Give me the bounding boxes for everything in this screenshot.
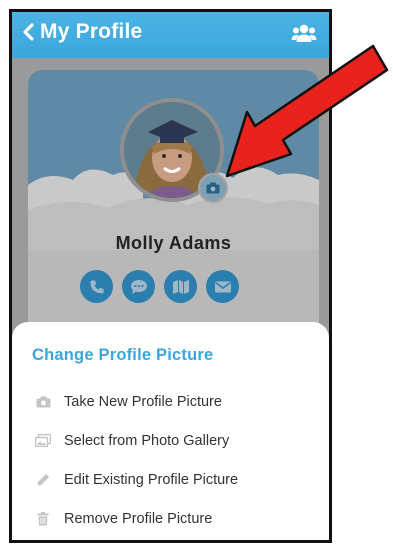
menu-item-label: Select from Photo Gallery xyxy=(64,432,230,449)
menu-item-label: Remove Profile Picture xyxy=(64,510,213,527)
menu-item-select-gallery[interactable]: Select from Photo Gallery xyxy=(12,421,329,460)
email-button[interactable] xyxy=(206,270,239,303)
change-picture-sheet: Change Profile Picture Take New Profile … xyxy=(12,322,329,540)
chevron-left-icon xyxy=(23,23,34,41)
back-button[interactable]: My Profile xyxy=(22,20,142,44)
map-button[interactable] xyxy=(164,270,197,303)
pencil-icon xyxy=(34,472,52,488)
page-title: My Profile xyxy=(40,20,143,43)
annotation-arrow-icon xyxy=(225,44,389,178)
menu-item-label: Edit Existing Profile Picture xyxy=(64,471,239,488)
phone-icon xyxy=(90,280,103,293)
picture-options-menu: Take New Profile Picture Select from Pho… xyxy=(12,382,329,538)
trash-icon xyxy=(34,511,52,527)
contact-actions xyxy=(80,270,239,303)
menu-item-take-picture[interactable]: Take New Profile Picture xyxy=(12,382,329,421)
menu-item-remove-picture[interactable]: Remove Profile Picture xyxy=(12,499,329,538)
map-icon xyxy=(172,279,189,294)
sheet-title: Change Profile Picture xyxy=(32,346,214,364)
chat-icon xyxy=(130,279,147,294)
gallery-icon xyxy=(34,433,52,449)
camera-icon xyxy=(34,394,52,410)
message-button[interactable] xyxy=(122,270,155,303)
menu-item-edit-picture[interactable]: Edit Existing Profile Picture xyxy=(12,460,329,499)
menu-item-label: Take New Profile Picture xyxy=(64,393,222,410)
call-button[interactable] xyxy=(80,270,113,303)
profile-name: Molly Adams xyxy=(115,233,232,253)
envelope-icon xyxy=(214,281,231,292)
